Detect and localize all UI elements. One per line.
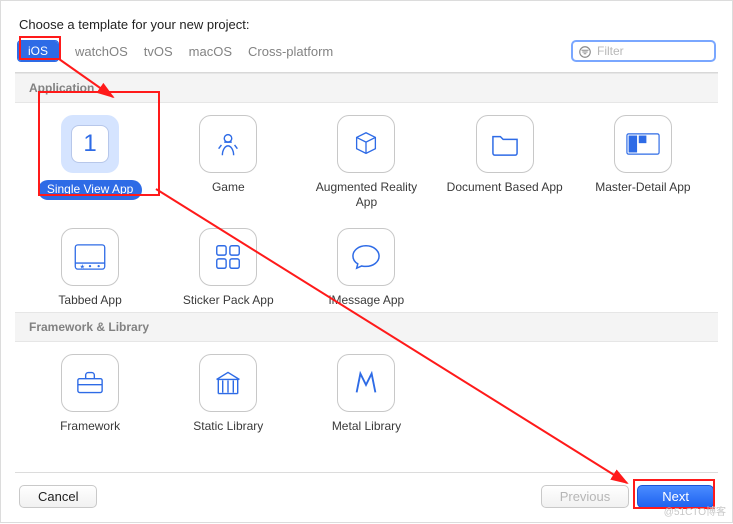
template-game[interactable]: Game [159,115,297,210]
watermark: @51CTO博客 [664,503,726,518]
master-detail-icon [626,133,660,155]
section-application: Application [15,73,718,103]
metal-m-icon [351,368,381,398]
ar-cube-icon [351,129,381,159]
template-label: Single View App [38,180,143,200]
template-static-library[interactable]: Static Library [159,354,297,434]
template-label: Sticker Pack App [183,293,274,308]
template-label: Static Library [193,419,263,434]
digit-one-icon: 1 [83,130,96,158]
platform-watchos[interactable]: watchOS [75,44,128,59]
template-tabbed-app[interactable]: ★ Tabbed App [21,228,159,308]
template-label: iMessage App [329,293,404,308]
sticker-grid-icon [213,242,243,272]
template-master-detail[interactable]: Master-Detail App [574,115,712,210]
template-label: Metal Library [332,419,401,434]
platform-tvos[interactable]: tvOS [144,44,173,59]
template-label: Document Based App [447,180,563,195]
folder-icon [490,131,520,157]
application-grid: 1 Single View App Game Augmented Reality… [15,103,718,312]
toolbox-icon [75,370,105,396]
template-label: Tabbed App [58,293,121,308]
framework-grid: Framework Static Library Metal Library [15,342,718,438]
template-framework[interactable]: Framework [21,354,159,434]
dialog-footer: Cancel Previous Next [15,485,718,508]
library-building-icon [213,369,243,397]
footer-divider [15,472,718,473]
cancel-button[interactable]: Cancel [19,485,97,508]
filter-input[interactable] [595,43,710,59]
tabbed-icon: ★ [74,244,106,270]
template-single-view-app[interactable]: 1 Single View App [21,115,159,210]
platform-ios[interactable]: iOS [18,41,58,61]
template-document-based[interactable]: Document Based App [436,115,574,210]
platform-toolbar: iOS watchOS tvOS macOS Cross-platform [15,40,718,73]
template-metal-library[interactable]: Metal Library [297,354,435,434]
template-imessage-app[interactable]: iMessage App [297,228,435,308]
template-sticker-pack[interactable]: Sticker Pack App [159,228,297,308]
platform-cross[interactable]: Cross-platform [248,44,333,59]
filter-icon [578,45,592,59]
platform-segmented-control: iOS [17,40,59,62]
platform-macos[interactable]: macOS [189,44,232,59]
filter-field-wrap[interactable] [571,40,716,62]
message-bubble-icon [351,243,381,271]
template-scroll: Application 1 Single View App Game Augme… [15,73,718,472]
new-project-dialog: Choose a template for your new project: … [1,1,732,522]
svg-text:★: ★ [80,263,85,270]
template-label: Augmented Reality App [306,180,426,210]
template-label: Framework [60,419,120,434]
dialog-prompt: Choose a template for your new project: [19,17,718,32]
previous-button[interactable]: Previous [541,485,630,508]
game-icon [213,129,243,159]
section-framework: Framework & Library [15,312,718,342]
template-label: Game [212,180,245,195]
template-augmented-reality[interactable]: Augmented Reality App [297,115,435,210]
template-label: Master-Detail App [595,180,690,195]
